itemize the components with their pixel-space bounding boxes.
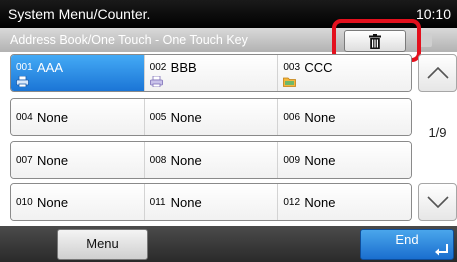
- key-name: None: [37, 195, 69, 210]
- key-number: 003: [283, 62, 301, 73]
- chevron-up-icon: [426, 67, 449, 79]
- key-number: 006: [283, 112, 301, 123]
- key-number: 007: [16, 155, 33, 166]
- key-number: 008: [149, 155, 167, 166]
- key-name: None: [37, 110, 69, 125]
- printer-icon: [149, 76, 163, 87]
- screen-title: System Menu/Counter.: [8, 6, 151, 22]
- end-button-label: End: [395, 232, 419, 247]
- one-touch-key-007[interactable]: 007 None: [11, 142, 145, 178]
- printer-icon: [16, 76, 29, 87]
- key-row: 010 None 011 None 012 None: [10, 183, 412, 221]
- one-touch-key-012[interactable]: 012 None: [278, 184, 411, 220]
- key-number: 012: [283, 197, 301, 208]
- disabled-button: [418, 33, 432, 47]
- key-name: None: [170, 195, 202, 210]
- status-bar: System Menu/Counter. 10:10: [0, 0, 457, 28]
- key-number: 009: [283, 155, 301, 166]
- key-name: None: [304, 153, 336, 168]
- key-number: 004: [16, 112, 33, 123]
- chevron-down-icon: [426, 196, 449, 208]
- key-name: None: [304, 110, 336, 125]
- one-touch-key-009[interactable]: 009 None: [278, 142, 411, 178]
- menu-button[interactable]: Menu: [57, 229, 148, 260]
- trash-icon: [369, 33, 381, 49]
- key-name: None: [304, 195, 336, 210]
- folder-icon: [283, 77, 297, 87]
- key-name: BBB: [170, 60, 197, 75]
- key-row: 004 None 005 None 006 None: [10, 98, 412, 136]
- end-button[interactable]: End: [360, 229, 454, 260]
- page-indicator: 1/9: [428, 125, 447, 140]
- key-number: 002: [149, 62, 167, 73]
- key-name: None: [37, 153, 69, 168]
- one-touch-key-001[interactable]: 001 AAA: [11, 55, 145, 91]
- key-number: 001: [16, 62, 33, 73]
- key-number: 010: [16, 197, 33, 208]
- key-row: 007 None 008 None 009 None: [10, 141, 412, 179]
- one-touch-key-002[interactable]: 002 BBB: [144, 55, 279, 91]
- breadcrumb: Address Book/One Touch - One Touch Key: [10, 33, 248, 47]
- one-touch-key-010[interactable]: 010 None: [11, 184, 145, 220]
- delete-button[interactable]: [344, 30, 406, 52]
- one-touch-key-006[interactable]: 006 None: [278, 99, 411, 135]
- key-number: 005: [149, 112, 167, 123]
- one-touch-key-004[interactable]: 004 None: [11, 99, 145, 135]
- key-name: AAA: [37, 60, 64, 75]
- one-touch-key-011[interactable]: 011 None: [144, 184, 279, 220]
- key-row: 001 AAA 002 BBB 003 CCC: [10, 54, 412, 92]
- scroll-up-button[interactable]: [418, 54, 457, 92]
- key-number: 011: [149, 197, 166, 208]
- one-touch-key-grid: 001 AAA 002 BBB 003 CCC 004 None 005 Non…: [10, 52, 412, 238]
- one-touch-key-005[interactable]: 005 None: [144, 99, 279, 135]
- footer-bar: Menu End: [0, 226, 457, 262]
- one-touch-key-008[interactable]: 008 None: [144, 142, 279, 178]
- key-name: CCC: [304, 60, 333, 75]
- scroll-down-button[interactable]: [418, 183, 457, 221]
- key-name: None: [170, 153, 202, 168]
- one-touch-key-003[interactable]: 003 CCC: [278, 55, 411, 91]
- clock: 10:10: [415, 6, 451, 22]
- enter-icon: [435, 244, 448, 256]
- key-name: None: [170, 110, 202, 125]
